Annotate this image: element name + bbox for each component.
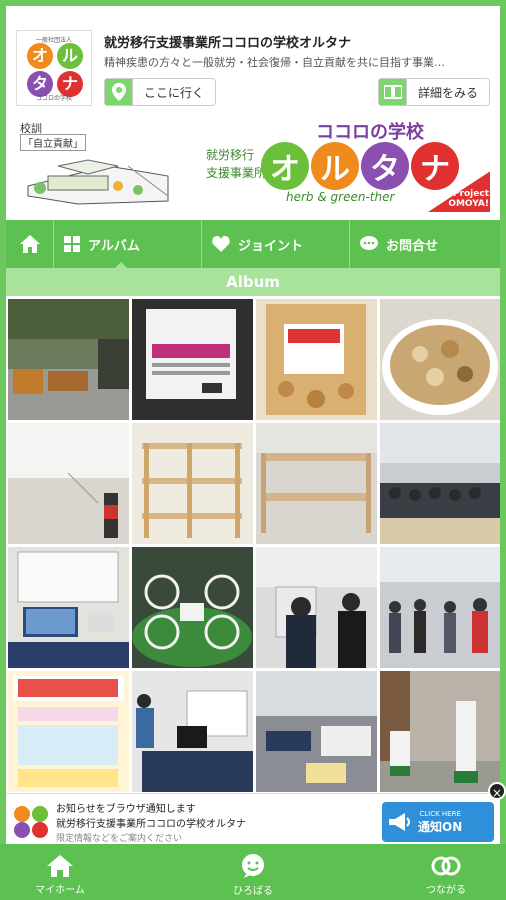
app-frame: 一般社団法人 オ ル タ ナ ココロの学校 就労移行支援事業所ココロの学校オルタ… — [0, 6, 506, 900]
album-photo[interactable] — [256, 423, 377, 544]
banner-shuro-line1: 就労移行 — [206, 148, 255, 162]
banner-char-ru: ル — [311, 142, 359, 190]
album-photo[interactable] — [132, 671, 253, 792]
logo-char-ru: ル — [57, 43, 83, 69]
tab-hiroba[interactable]: ひろばる — [193, 844, 313, 900]
map-pin-icon — [105, 79, 133, 105]
book-icon — [379, 79, 407, 105]
nav-joint[interactable]: ジョイント — [202, 220, 350, 268]
nav-home[interactable] — [6, 220, 54, 268]
album-photo[interactable] — [380, 423, 500, 544]
enable-notification-button[interactable]: CLICK HERE 通知ON — [382, 802, 494, 842]
cta-small-label: CLICK HERE — [419, 809, 461, 818]
chat-bubble-icon — [360, 236, 378, 250]
notify-logo-icon — [10, 800, 52, 842]
album-photo[interactable] — [8, 423, 129, 544]
tab-tsunagaru-label: つながる — [426, 884, 466, 896]
section-nav: アルバム ジョイント お問合せ — [6, 220, 500, 269]
nav-contact-label: お問合せ — [386, 238, 439, 254]
org-logo: 一般社団法人 オ ル タ ナ ココロの学校 — [16, 30, 92, 106]
album-section-title: Album — [6, 268, 500, 296]
banner-herb-text: herb & green-ther — [286, 190, 395, 204]
go-here-button[interactable]: ここに行く — [104, 78, 216, 106]
banner-ortana-logo: オ ル タ ナ — [261, 142, 459, 190]
bottom-tab-bar: マイホーム ひろばる つながる — [0, 844, 506, 900]
logo-char-o: オ — [27, 43, 53, 69]
album-photo-grid — [6, 296, 500, 796]
notify-line3: 限定情報などをご案内ください — [56, 834, 183, 844]
album-photo[interactable] — [256, 671, 377, 792]
page-title: 就労移行支援事業所ココロの学校オルタナ — [104, 36, 352, 51]
banner-kokoro-text: ココロの学校 — [316, 122, 424, 143]
project-line1: Project — [452, 189, 489, 199]
heart-icon — [212, 236, 230, 252]
megaphone-icon — [382, 813, 418, 831]
tab-hiroba-label: ひろばる — [233, 885, 273, 897]
album-photo[interactable] — [380, 547, 500, 668]
details-button[interactable]: 詳細をみる — [378, 78, 490, 106]
album-photo[interactable] — [380, 299, 500, 420]
go-here-label: ここに行く — [143, 85, 204, 100]
banner-shuro-line2: 支援事業所 — [206, 166, 267, 180]
album-photo[interactable] — [132, 423, 253, 544]
building-sketch-image — [27, 159, 169, 205]
logo-top-text: 一般社団法人 — [35, 37, 72, 44]
tab-myhome[interactable]: マイホーム — [0, 844, 120, 900]
logo-bottom-text: ココロの学校 — [35, 95, 72, 102]
header: 一般社団法人 オ ル タ ナ ココロの学校 就労移行支援事業所ココロの学校オルタ… — [6, 6, 500, 116]
album-photo[interactable] — [256, 547, 377, 668]
grid-icon — [64, 236, 80, 252]
smile-bubble-icon — [242, 853, 264, 878]
album-photo[interactable] — [132, 547, 253, 668]
notify-line1: お知らせをブラウザ通知します — [56, 804, 196, 815]
album-photo[interactable] — [132, 299, 253, 420]
tab-myhome-label: マイホーム — [35, 884, 85, 896]
hero-banner: 校訓 「自立貢献」 ココロの学校 就労移行 支援事業所 オ ル タ ナ herb… — [16, 116, 490, 216]
home-icon — [19, 235, 40, 253]
nav-joint-label: ジョイント — [238, 238, 304, 254]
notify-line2: 就労移行支援事業所ココロの学校オルタナ — [56, 819, 246, 830]
tab-tsunagaru[interactable]: つながる — [386, 844, 506, 900]
link-icon — [431, 856, 461, 875]
album-photo[interactable] — [8, 299, 129, 420]
album-photo[interactable] — [8, 547, 129, 668]
details-label: 詳細をみる — [417, 85, 478, 100]
banner-char-na: ナ — [411, 142, 459, 190]
album-photo[interactable] — [380, 671, 500, 792]
banner-char-ta: タ — [361, 142, 409, 190]
page-subtitle: 精神疾患の方々と一般就労・社会復帰・自立貢献を共に目指す事業… — [104, 56, 445, 69]
push-notification-banner: お知らせをブラウザ通知します 就労移行支援事業所ココロの学校オルタナ 限定情報な… — [6, 793, 500, 849]
banner-shuro-text: 就労移行 支援事業所 — [206, 146, 266, 182]
nav-album-label: アルバム — [88, 238, 140, 254]
nav-contact[interactable]: お問合せ — [350, 220, 500, 268]
banner-char-o: オ — [261, 142, 309, 190]
album-photo[interactable] — [8, 671, 129, 792]
cta-big-label: 通知ON — [418, 819, 463, 834]
home-icon — [47, 854, 73, 877]
close-notification-button[interactable]: × — [488, 782, 506, 800]
album-photo[interactable] — [256, 299, 377, 420]
project-line2: OMOYA! — [448, 199, 489, 209]
nav-album[interactable]: アルバム — [54, 220, 202, 269]
